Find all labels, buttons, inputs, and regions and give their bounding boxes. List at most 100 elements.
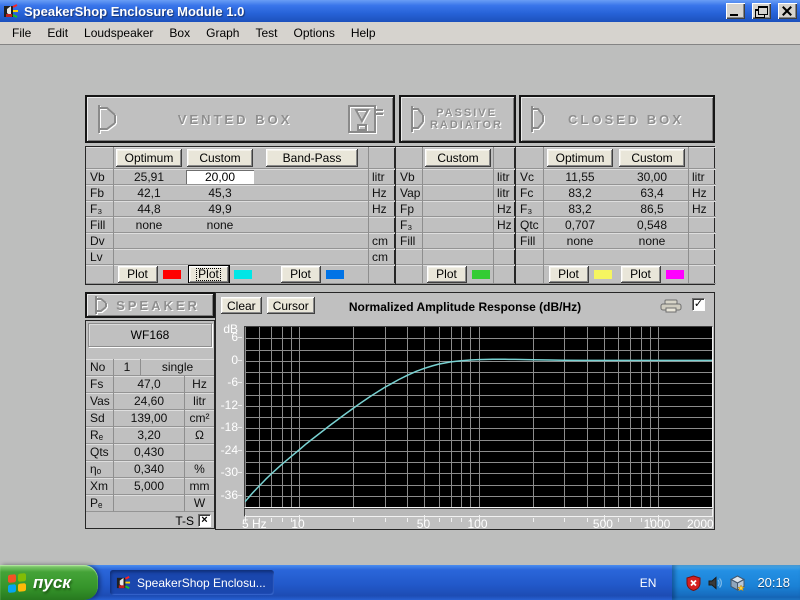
param-value-optimum: 11,55	[544, 169, 616, 185]
param-unit: cm²	[184, 410, 214, 427]
speaker-param-row: Xm5,000mm	[86, 478, 214, 495]
taskbar-item-speakershop[interactable]: SpeakerShop Enclosu...	[110, 570, 274, 595]
window-title: SpeakerShop Enclosure Module 1.0	[24, 4, 719, 19]
menu-bar: File Edit Loudspeaker Box Graph Test Opt…	[0, 22, 800, 45]
closed-box-header: CLOSED BOX	[519, 95, 715, 143]
vented-box-table: OptimumCustomBand-PassVb25,9120,00litrFb…	[85, 146, 395, 285]
param-label: Qtc	[516, 217, 544, 233]
param-label: ηₒ	[86, 461, 114, 478]
param-value-bandpass	[256, 217, 368, 233]
speaker-param-row: ηₒ0,340%	[86, 461, 214, 478]
volume-icon[interactable]	[707, 575, 723, 591]
print-checkbox[interactable]: ✓	[692, 298, 705, 311]
printer-icon[interactable]	[660, 299, 682, 313]
plot-color-swatch	[666, 270, 684, 279]
param-label: Vap	[396, 185, 423, 201]
virtualbox-icon[interactable]	[729, 575, 746, 591]
y-tick-label: 0	[231, 353, 238, 367]
param-label: F₃	[86, 201, 114, 217]
menu-graph[interactable]: Graph	[198, 23, 247, 43]
param-label: Lv	[86, 249, 114, 265]
antivirus-shield-icon[interactable]	[686, 575, 701, 591]
param-label: Fb	[86, 185, 114, 201]
close-button[interactable]	[778, 3, 797, 19]
speaker-param-row: Vas24,60litr	[86, 393, 214, 410]
param-value-optimum: none	[544, 233, 616, 249]
plot-button-closed-optimum[interactable]: Plot	[549, 266, 589, 283]
param-label: Vc	[516, 169, 544, 185]
param-value: 0,340	[114, 461, 184, 478]
start-button[interactable]: пуск	[0, 565, 98, 600]
plot-button-vented-optimum[interactable]: Plot	[118, 266, 158, 283]
corner-cell	[688, 147, 716, 169]
menu-help[interactable]: Help	[343, 23, 384, 43]
language-indicator[interactable]: EN	[640, 576, 657, 590]
menu-edit[interactable]: Edit	[39, 23, 76, 43]
param-label: Fp	[396, 201, 423, 217]
param-unit	[184, 444, 214, 461]
minimize-button[interactable]	[726, 3, 745, 19]
speaker-param-row: Rₑ3,20Ω	[86, 427, 214, 444]
menu-options[interactable]: Options	[285, 23, 342, 43]
vented-box-title: VENTED BOX	[124, 112, 346, 127]
speaker-panel-title: SPEAKER	[109, 298, 207, 313]
param-value-custom	[423, 201, 493, 217]
vented-optimum-button[interactable]: Optimum	[116, 149, 182, 167]
screen: { "window": { "title": "SpeakerShop Encl…	[0, 0, 800, 600]
param-value-bandpass	[256, 249, 368, 265]
taskbar-clock[interactable]: 20:18	[757, 575, 790, 590]
plot-button-vented-custom[interactable]: Plot	[189, 266, 229, 283]
speaker-parameter-rows: Fs47,0HzVas24,60litrSd139,00cm²Rₑ3,20ΩQt…	[86, 376, 214, 512]
restore-button[interactable]	[752, 3, 771, 19]
corner-cell	[368, 147, 396, 169]
param-value-bandpass	[256, 233, 368, 249]
passive-column-header: Custom	[423, 147, 493, 169]
menu-test[interactable]: Test	[247, 23, 285, 43]
ts-label: T-S	[175, 514, 194, 528]
param-unit: Hz	[688, 201, 716, 217]
param-value-optimum: 44,8	[114, 201, 184, 217]
plot-button-label: Plot	[436, 267, 457, 281]
param-unit	[688, 233, 716, 249]
menu-file[interactable]: File	[4, 23, 39, 43]
param-value-optimum: 83,2	[544, 201, 616, 217]
plot-area[interactable]	[244, 326, 713, 508]
param-unit: Hz	[368, 185, 396, 201]
plot-color-swatch	[472, 270, 490, 279]
passive-radiator-header: PASSIVE RADIATOR	[399, 95, 516, 143]
passive-custom-button[interactable]: Custom	[425, 149, 491, 167]
speaker-icon	[93, 294, 109, 316]
param-value-custom	[184, 249, 256, 265]
menu-box[interactable]: Box	[161, 23, 198, 43]
chart-panel: Clear Cursor Normalized Amplitude Respon…	[215, 292, 715, 530]
param-unit: mm	[184, 478, 214, 495]
param-value-optimum	[114, 233, 184, 249]
param-value-input[interactable]: 20,00	[186, 170, 254, 184]
param-unit: cm	[368, 249, 396, 265]
y-tick-mark	[238, 472, 242, 473]
param-unit: Hz	[493, 217, 516, 233]
ts-checkbox[interactable]: ×	[198, 514, 211, 527]
speaker-driver-icon	[94, 102, 124, 136]
vented-bandpass-button[interactable]: Band-Pass	[266, 149, 358, 167]
closed-column-header: Custom	[616, 147, 688, 169]
plot-button-vented-bandpass[interactable]: Plot	[281, 266, 321, 283]
corner-cell	[493, 147, 516, 169]
title-bar[interactable]: SpeakerShop Enclosure Module 1.0	[0, 0, 800, 22]
plot-button-passive-custom[interactable]: Plot	[427, 266, 467, 283]
param-value-optimum: none	[114, 217, 184, 233]
plot-button-closed-custom[interactable]: Plot	[621, 266, 661, 283]
closed-custom-button[interactable]: Custom	[619, 149, 685, 167]
app-icon	[116, 575, 131, 590]
param-label	[396, 249, 423, 265]
y-tick-label: -30	[221, 465, 238, 479]
menu-loudspeaker[interactable]: Loudspeaker	[76, 23, 161, 43]
x-tick-label: 10	[291, 517, 304, 531]
start-label: пуск	[33, 573, 71, 593]
speaker-driver-icon-small	[408, 104, 426, 134]
closed-optimum-button[interactable]: Optimum	[547, 149, 613, 167]
taskbar: пуск SpeakerShop Enclosu... EN	[0, 565, 800, 600]
vented-custom-button[interactable]: Custom	[187, 149, 253, 167]
param-value-optimum: 42,1	[114, 185, 184, 201]
param-value-optimum: 25,91	[114, 169, 184, 185]
